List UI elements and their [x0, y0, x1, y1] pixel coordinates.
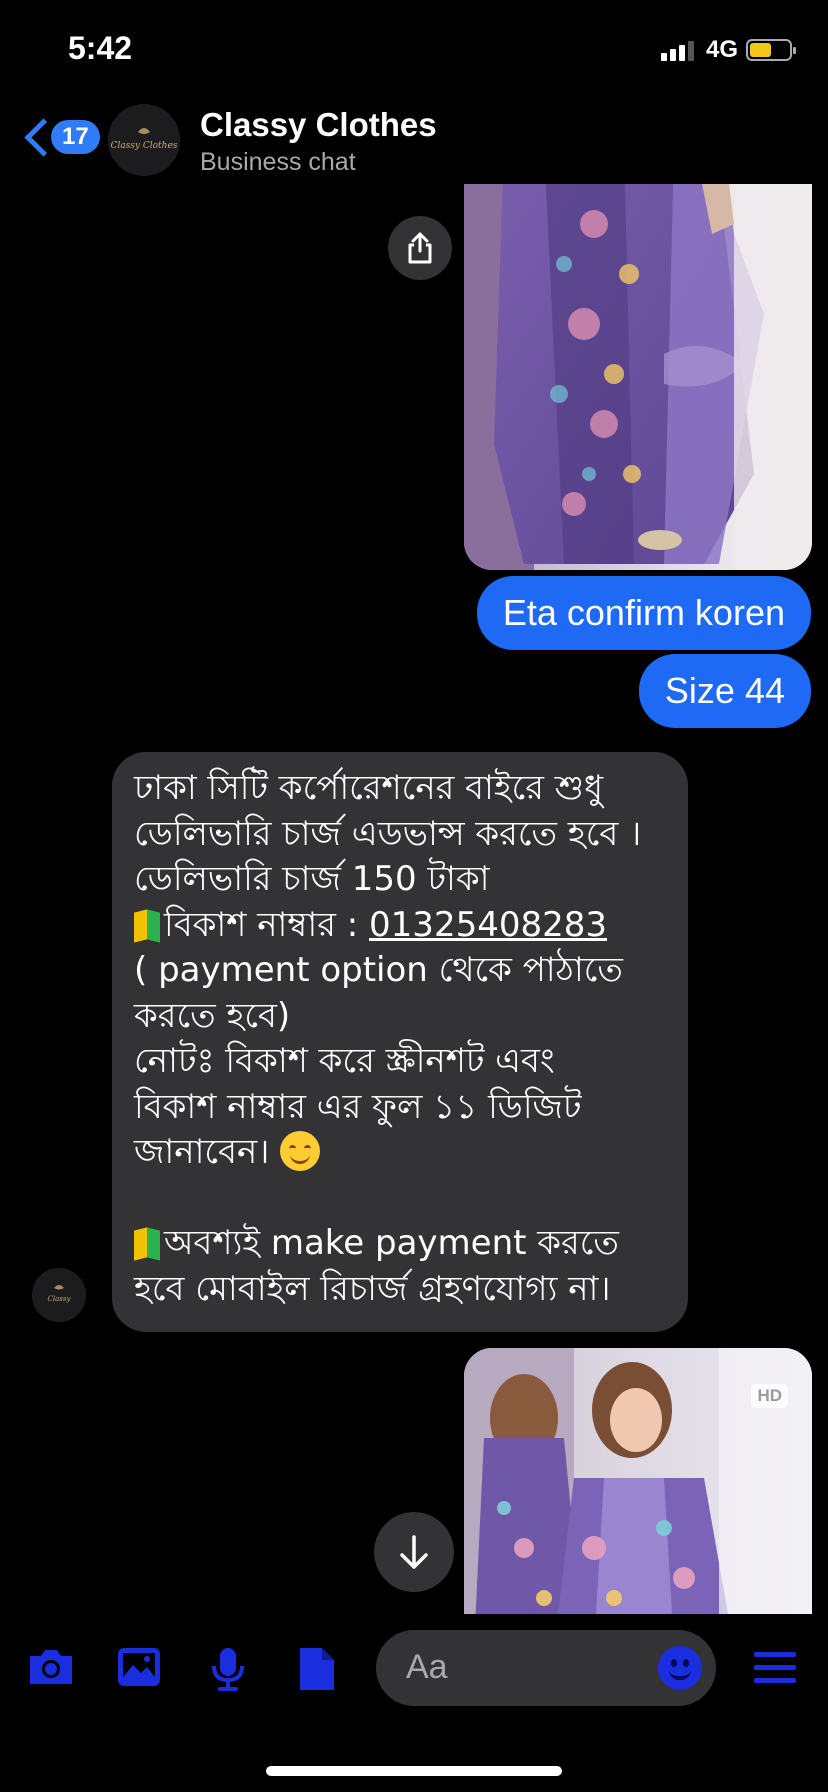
network-label: 4G	[705, 36, 738, 63]
menu-button[interactable]	[752, 1650, 798, 1691]
hd-badge: HD	[751, 1384, 788, 1408]
scroll-to-bottom-button[interactable]	[374, 1512, 454, 1592]
message-line: জানাবেন।	[134, 1130, 666, 1176]
file-button[interactable]	[296, 1646, 336, 1697]
file-icon	[300, 1648, 334, 1690]
message-line: করতে হবে)	[134, 995, 291, 1036]
product-photo[interactable]: HD	[464, 1348, 812, 1614]
message-input-placeholder: Aa	[406, 1648, 448, 1686]
voice-button[interactable]	[210, 1646, 246, 1697]
contact-avatar[interactable]: Classy Clothes	[108, 104, 180, 176]
battery-icon	[746, 39, 796, 61]
signal-icon	[660, 39, 694, 61]
message-text: অবশ্যই make payment করতে	[164, 1223, 619, 1263]
message-line: ( payment option থেকে পাঠাতে	[134, 950, 623, 990]
beginner-symbol-icon	[134, 1227, 160, 1261]
sender-avatar[interactable]: Classy	[32, 1268, 86, 1322]
smiling-face-icon	[280, 1131, 321, 1171]
back-button[interactable]: 17	[22, 117, 100, 157]
message-line: হবে মোবাইল রিচার্জ গ্রহণযোগ্য না।	[134, 1268, 611, 1309]
avatar-logo: Classy Clothes	[108, 104, 180, 176]
outgoing-message[interactable]: Size 44	[638, 654, 811, 728]
bkash-label: বিকাশ নাম্বার :	[164, 904, 370, 945]
microphone-icon	[212, 1648, 244, 1691]
message-list[interactable]: Eta confirm koren Size 44 ঢাকা সিটি কর্প…	[0, 184, 828, 1614]
message-line: ডেলিভারি চার্জ এডভান্স করতে হবে ।	[134, 813, 642, 854]
menu-icon	[754, 1652, 796, 1683]
sender-avatar-logo: Classy	[32, 1268, 86, 1322]
message-line: বিকাশ নাম্বার : 01325408283	[134, 903, 666, 949]
chat-header: 17 Classy Clothes Classy Clothes Busines…	[0, 92, 828, 184]
message-line: নোটঃ বিকাশ করে স্ক্রীনশট এবং	[134, 1041, 555, 1081]
message-composer: Aa	[0, 1614, 828, 1734]
message-line: ঢাকা সিটি কর্পোরেশনের বাইরে শুধু	[134, 768, 604, 808]
status-time: 5:42	[68, 30, 133, 66]
share-button[interactable]	[388, 216, 452, 280]
svg-text:Classy Clothes: Classy Clothes	[111, 141, 178, 151]
dress-photo-image	[464, 184, 812, 570]
beginner-symbol-icon	[134, 908, 160, 943]
message-line: ডেলিভারি চার্জ 150 টাকা	[134, 859, 490, 899]
outgoing-message[interactable]: Eta confirm koren	[476, 576, 811, 650]
emoji-button[interactable]	[658, 1646, 702, 1690]
arrow-down-icon	[400, 1535, 428, 1569]
image-icon	[118, 1648, 160, 1686]
chat-subtitle: Business chat	[200, 148, 356, 176]
camera-icon	[30, 1650, 72, 1684]
message-text: জানাবেন।	[134, 1132, 281, 1172]
message-line: অবশ্যই make payment করতে	[134, 1221, 666, 1267]
phone-number-link[interactable]: 01325408283	[369, 905, 607, 945]
incoming-message[interactable]: ঢাকা সিটি কর্পোরেশনের বাইরে শুধু ডেলিভার…	[112, 752, 688, 1332]
home-indicator[interactable]	[266, 1766, 562, 1776]
status-indicators: 4G	[660, 36, 796, 64]
gallery-button[interactable]	[116, 1646, 162, 1693]
emoji-icon	[669, 1670, 691, 1680]
share-icon	[408, 232, 432, 264]
contact-name[interactable]: Classy Clothes	[200, 106, 437, 144]
svg-text:Classy: Classy	[48, 1295, 72, 1303]
camera-button[interactable]	[26, 1646, 76, 1693]
message-line: বিকাশ নাম্বার এর ফুল ১১ ডিজিট	[134, 1086, 582, 1127]
message-input[interactable]: Aa	[376, 1630, 716, 1706]
product-photo[interactable]	[464, 184, 812, 570]
